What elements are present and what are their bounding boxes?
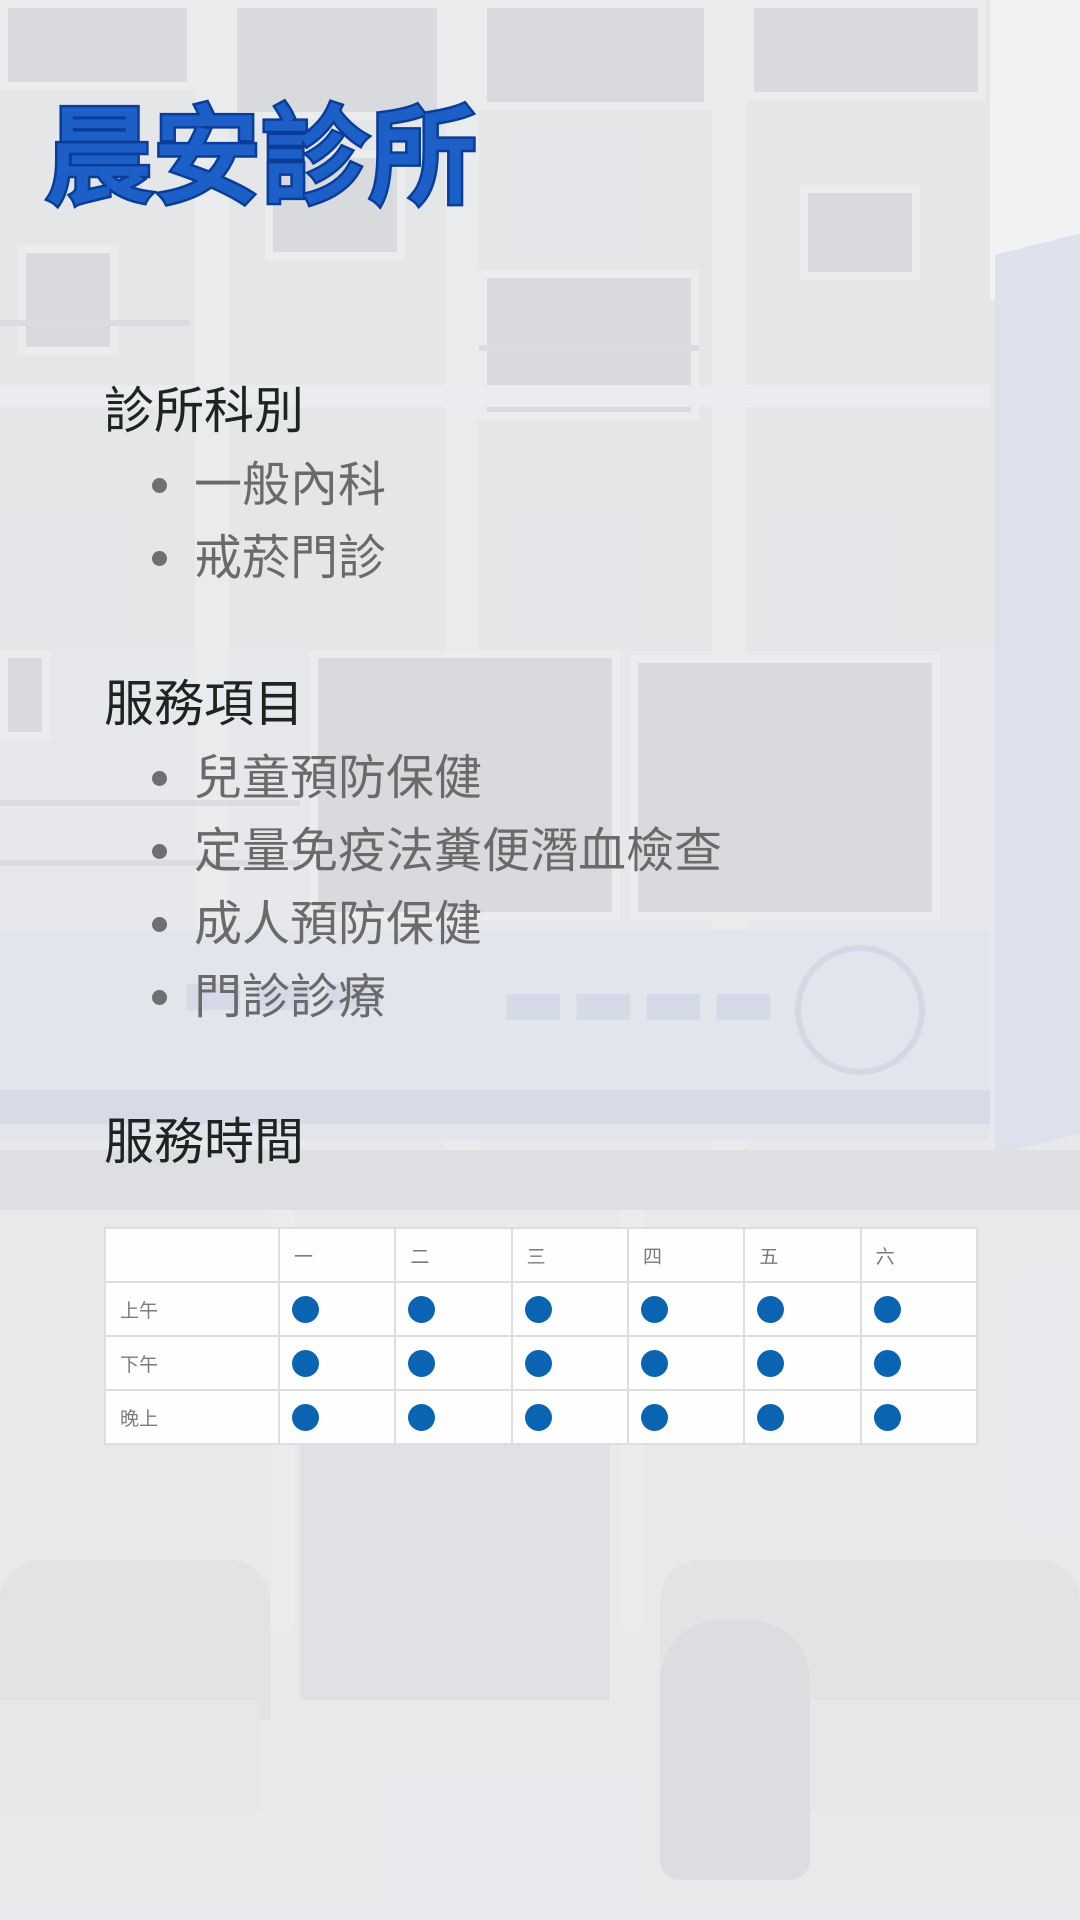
service-label: 成人預防保健 bbox=[194, 896, 483, 952]
hours-table: 一 二 三 四 五 六 上午 下午 晚上 bbox=[104, 1227, 979, 1445]
department-label: 一般內科 bbox=[194, 457, 387, 513]
session-label: 上午 bbox=[104, 1281, 280, 1337]
departments-list: 一般內科 戒菸門診 bbox=[150, 449, 386, 595]
schedule-cell bbox=[394, 1281, 513, 1337]
table-row: 晚上 bbox=[104, 1389, 979, 1445]
clinic-title: 晨安診所 bbox=[44, 94, 479, 222]
table-header-row: 一 二 三 四 五 六 bbox=[104, 1227, 979, 1283]
list-item: 兒童預防保健 bbox=[150, 742, 722, 815]
schedule-cell bbox=[859, 1389, 979, 1445]
schedule-cell bbox=[510, 1389, 629, 1445]
open-indicator-icon bbox=[524, 1295, 552, 1323]
schedule-cell bbox=[626, 1389, 746, 1445]
bullet-icon bbox=[152, 771, 167, 786]
bullet-icon bbox=[152, 551, 167, 566]
list-item: 一般內科 bbox=[150, 449, 386, 522]
open-indicator-icon bbox=[524, 1403, 552, 1431]
day-header: 二 bbox=[394, 1227, 513, 1283]
session-label: 晚上 bbox=[104, 1389, 280, 1445]
bullet-icon bbox=[152, 990, 167, 1005]
schedule-cell bbox=[859, 1335, 979, 1391]
open-indicator-icon bbox=[408, 1295, 436, 1323]
services-list: 兒童預防保健 定量免疫法糞便潛血檢查 成人預防保健 門診診療 bbox=[150, 742, 722, 1034]
hours-heading: 服務時間 bbox=[104, 1113, 304, 1171]
header-corner-cell bbox=[104, 1227, 280, 1283]
open-indicator-icon bbox=[873, 1403, 901, 1431]
day-header: 五 bbox=[743, 1227, 862, 1283]
session-label: 下午 bbox=[104, 1335, 280, 1391]
open-indicator-icon bbox=[292, 1403, 319, 1431]
day-header: 三 bbox=[510, 1227, 629, 1283]
open-indicator-icon bbox=[292, 1295, 319, 1323]
schedule-cell bbox=[743, 1281, 862, 1337]
service-label: 兒童預防保健 bbox=[194, 750, 483, 806]
table-row: 上午 bbox=[104, 1281, 979, 1337]
schedule-cell bbox=[626, 1281, 746, 1337]
schedule-cell bbox=[277, 1335, 397, 1391]
bullet-icon bbox=[152, 844, 167, 859]
open-indicator-icon bbox=[640, 1295, 668, 1323]
list-item: 戒菸門診 bbox=[150, 522, 386, 595]
open-indicator-icon bbox=[757, 1349, 785, 1377]
day-header: 四 bbox=[626, 1227, 746, 1283]
day-header: 一 bbox=[277, 1227, 397, 1283]
service-label: 定量免疫法糞便潛血檢查 bbox=[194, 823, 723, 879]
schedule-cell bbox=[277, 1389, 397, 1445]
departments-heading: 診所科別 bbox=[104, 382, 304, 440]
open-indicator-icon bbox=[408, 1403, 436, 1431]
day-header: 六 bbox=[859, 1227, 979, 1283]
list-item: 成人預防保健 bbox=[150, 888, 722, 961]
schedule-cell bbox=[743, 1389, 862, 1445]
open-indicator-icon bbox=[757, 1403, 785, 1431]
open-indicator-icon bbox=[640, 1403, 668, 1431]
open-indicator-icon bbox=[408, 1349, 436, 1377]
service-label: 門診診療 bbox=[194, 969, 387, 1025]
open-indicator-icon bbox=[873, 1295, 901, 1323]
schedule-cell bbox=[743, 1335, 862, 1391]
bullet-icon bbox=[152, 917, 167, 932]
open-indicator-icon bbox=[292, 1349, 319, 1377]
schedule-cell bbox=[510, 1335, 629, 1391]
schedule-cell bbox=[277, 1281, 397, 1337]
open-indicator-icon bbox=[873, 1349, 901, 1377]
hours-body: 上午 下午 晚上 bbox=[104, 1281, 979, 1445]
schedule-cell bbox=[510, 1281, 629, 1337]
department-label: 戒菸門診 bbox=[194, 530, 387, 586]
services-heading: 服務項目 bbox=[104, 675, 304, 733]
open-indicator-icon bbox=[757, 1295, 785, 1323]
list-item: 門診診療 bbox=[150, 961, 722, 1034]
clinic-page: ▬▬▬ ▬▬▬▬ 晨安診所 診所科別 一般內科 戒菸門診 服務項目 兒童預防保健… bbox=[0, 0, 1080, 1920]
schedule-cell bbox=[859, 1281, 979, 1337]
list-item: 定量免疫法糞便潛血檢查 bbox=[150, 815, 722, 888]
bullet-icon bbox=[152, 478, 167, 493]
open-indicator-icon bbox=[640, 1349, 668, 1377]
schedule-cell bbox=[394, 1389, 513, 1445]
schedule-cell bbox=[626, 1335, 746, 1391]
open-indicator-icon bbox=[524, 1349, 552, 1377]
table-row: 下午 bbox=[104, 1335, 979, 1391]
schedule-cell bbox=[394, 1335, 513, 1391]
